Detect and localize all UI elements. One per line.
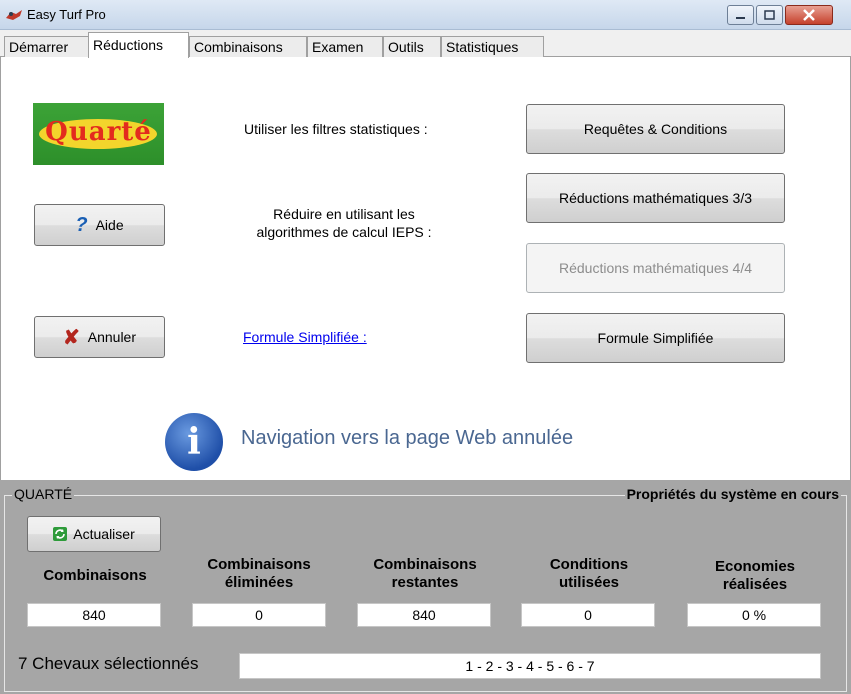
minimize-button[interactable]: [727, 5, 754, 25]
system-properties-panel: QUARTÉ Propriétés du système en cours Ac…: [0, 480, 851, 694]
stat-header-conditions: Conditions utilisées: [549, 556, 629, 591]
tab-statistiques[interactable]: Statistiques: [441, 36, 544, 57]
requetes-conditions-button[interactable]: Requêtes & Conditions: [526, 104, 785, 154]
horses-selected-value: 1 - 2 - 3 - 4 - 5 - 6 - 7: [239, 653, 821, 679]
stat-header-restantes: Combinaisons restantes: [373, 556, 477, 591]
stat-value-conditions: 0: [521, 603, 655, 627]
aide-label: Aide: [95, 217, 124, 233]
annuler-button[interactable]: ✘ Annuler: [34, 316, 165, 358]
question-icon: ?: [75, 213, 88, 236]
filters-label: Utiliser les filtres statistiques :: [244, 121, 428, 137]
quarte-logo: Quarté: [33, 103, 164, 165]
reductions-3-3-label: Réductions mathématiques 3/3: [559, 190, 752, 206]
aide-button[interactable]: ? Aide: [34, 204, 165, 246]
stat-header-economies: Economies réalisées: [714, 558, 796, 593]
minimize-icon: [736, 17, 745, 19]
formule-simplifiee-button[interactable]: Formule Simplifiée: [526, 313, 785, 363]
requetes-conditions-label: Requêtes & Conditions: [583, 121, 728, 137]
reductions-panel: Quarté Utiliser les filtres statistiques…: [0, 57, 851, 480]
group-right-title: Propriétés du système en cours: [624, 486, 841, 502]
reductions-4-4-button[interactable]: Réductions mathématiques 4/4: [526, 243, 785, 293]
stat-value-eliminees: 0: [192, 603, 326, 627]
actualiser-label: Actualiser: [73, 526, 135, 542]
reductions-4-4-label: Réductions mathématiques 4/4: [559, 260, 752, 276]
tab-combinaisons[interactable]: Combinaisons: [189, 36, 307, 57]
formule-simplifiee-link[interactable]: Formule Simplifiée :: [243, 329, 367, 345]
actualiser-button[interactable]: Actualiser: [27, 516, 161, 552]
window-title: Easy Turf Pro: [27, 7, 106, 22]
tab-strip: Démarrer Réductions Combinaisons Examen …: [0, 30, 851, 58]
close-button[interactable]: [785, 5, 833, 25]
refresh-icon: [53, 527, 68, 541]
annuler-label: Annuler: [87, 329, 137, 345]
app-logo-icon: [6, 10, 22, 20]
reductions-3-3-button[interactable]: Réductions mathématiques 3/3: [526, 173, 785, 223]
tab-outils[interactable]: Outils: [383, 36, 441, 57]
close-icon: [803, 9, 815, 21]
reduire-label: Réduire en utilisant les algorithmes de …: [256, 206, 432, 240]
stat-value-restantes: 840: [357, 603, 491, 627]
title-bar: Easy Turf Pro: [0, 0, 851, 30]
stat-value-economies: 0 %: [687, 603, 821, 627]
horses-selected-label: 7 Chevaux sélectionnés: [18, 654, 199, 673]
tab-demarrer[interactable]: Démarrer: [4, 36, 89, 57]
tab-reductions[interactable]: Réductions: [88, 32, 189, 58]
stat-header-eliminees: Combinaisons éliminées: [207, 556, 311, 591]
info-icon: i: [165, 413, 223, 471]
cancel-x-icon: ✘: [62, 326, 80, 349]
maximize-icon: [764, 10, 775, 20]
group-title: QUARTÉ: [12, 486, 75, 502]
logo-text: Quarté: [45, 117, 152, 147]
formule-simplifiee-label: Formule Simplifiée: [597, 330, 714, 346]
maximize-button[interactable]: [756, 5, 783, 25]
stat-header-combinaisons: Combinaisons: [43, 567, 147, 584]
stat-value-combinaisons: 840: [27, 603, 161, 627]
navigation-message: Navigation vers la page Web annulée: [241, 427, 574, 449]
tab-examen[interactable]: Examen: [307, 36, 383, 57]
